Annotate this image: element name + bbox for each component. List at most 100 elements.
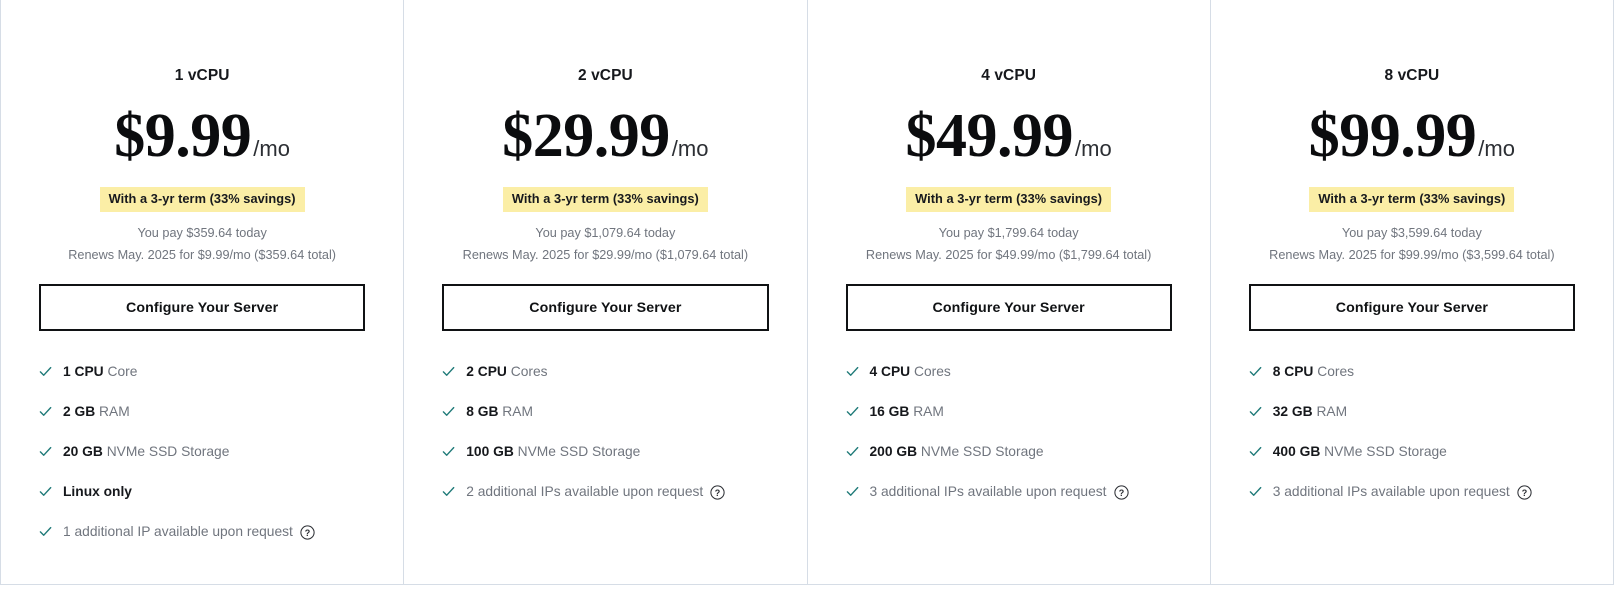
price-amount: $49.99 bbox=[905, 101, 1074, 170]
check-icon bbox=[39, 407, 52, 417]
plan-title: 1 vCPU bbox=[174, 67, 230, 84]
savings-badge-container: With a 3-yr term (33% savings) bbox=[442, 186, 768, 212]
check-icon bbox=[442, 447, 455, 457]
feature-description: NVMe SSD Storage bbox=[917, 444, 1044, 460]
help-circle-icon[interactable]: ? bbox=[1517, 484, 1532, 500]
check-icon bbox=[846, 367, 858, 377]
feature-description: 3 additional IPs available upon request bbox=[869, 484, 1107, 500]
pay-today-note: You pay $1,799.64 today bbox=[938, 225, 1079, 240]
feature-item: 32 GB RAM bbox=[1249, 403, 1575, 421]
price-amount: $29.99 bbox=[502, 101, 670, 170]
feature-label: 4 CPU Cores bbox=[870, 363, 951, 381]
feature-text: 2 CPU Cores bbox=[466, 363, 547, 381]
savings-badge: With a 3-yr term (33% savings) bbox=[1309, 186, 1515, 212]
pay-today-note: You pay $3,599.64 today bbox=[1341, 225, 1482, 240]
feature-text: 1 CPU Core bbox=[63, 363, 137, 381]
check-icon bbox=[1249, 487, 1262, 497]
feature-text: Linux only bbox=[63, 483, 132, 501]
plan-title: 8 vCPU bbox=[1384, 67, 1440, 84]
plan-card: 8 vCPU $99.99/mo With a 3-yr term (33% sav… bbox=[1210, 0, 1613, 584]
plan-price: $99.99/mo bbox=[1249, 105, 1575, 167]
check-icon bbox=[442, 487, 455, 497]
check-icon bbox=[39, 487, 52, 497]
configure-server-button[interactable]: Configure Your Server bbox=[442, 284, 769, 332]
price-amount: $99.99 bbox=[1308, 101, 1477, 170]
feature-text: 16 GB RAM bbox=[870, 403, 944, 421]
savings-badge-container: With a 3-yr term (33% savings) bbox=[846, 186, 1172, 212]
feature-description: Cores bbox=[506, 364, 548, 380]
feature-highlight: 16 GB bbox=[869, 404, 910, 420]
feature-list: 2 CPU Cores 8 GB RAM 100 GB NVMe SSD Stora… bbox=[442, 363, 768, 523]
feature-description: 3 additional IPs available upon request bbox=[1272, 484, 1510, 500]
feature-description: RAM bbox=[909, 404, 944, 420]
check-icon bbox=[39, 447, 52, 457]
feature-text: 20 GB NVMe SSD Storage bbox=[63, 443, 229, 461]
check-icon bbox=[846, 487, 858, 497]
feature-item: 1 CPU Core bbox=[39, 363, 365, 381]
price-period: /mo bbox=[253, 135, 290, 161]
renewal-note: Renews May. 2025 for $29.99/mo ($1,079.6… bbox=[462, 247, 749, 262]
check-icon bbox=[39, 367, 52, 377]
feature-label: 8 GB RAM bbox=[466, 403, 533, 421]
savings-badge: With a 3-yr term (33% savings) bbox=[502, 186, 708, 212]
feature-description: NVMe SSD Storage bbox=[102, 444, 230, 460]
feature-item: 2 CPU Cores bbox=[442, 363, 768, 381]
svg-text:?: ? bbox=[1118, 487, 1124, 497]
renewal-note: Renews May. 2025 for $9.99/mo ($359.64 t… bbox=[68, 247, 336, 262]
feature-label: 100 GB NVMe SSD Storage bbox=[466, 443, 640, 461]
feature-text: 8 GB RAM bbox=[466, 403, 533, 421]
feature-highlight: 100 GB bbox=[466, 444, 514, 460]
check-icon bbox=[1249, 447, 1262, 457]
feature-item: 200 GB NVMe SSD Storage bbox=[846, 443, 1172, 461]
savings-badge: With a 3-yr term (33% savings) bbox=[906, 186, 1112, 212]
configure-server-button[interactable]: Configure Your Server bbox=[39, 284, 366, 332]
price-period: /mo bbox=[671, 135, 709, 161]
feature-item: 20 GB NVMe SSD Storage bbox=[39, 443, 365, 461]
feature-description: RAM bbox=[1312, 404, 1348, 420]
feature-item: 400 GB NVMe SSD Storage bbox=[1249, 443, 1575, 461]
feature-description: Cores bbox=[1313, 364, 1355, 380]
feature-label: 2 CPU Cores bbox=[466, 363, 547, 381]
feature-text: 4 CPU Cores bbox=[870, 363, 951, 381]
feature-label: 200 GB NVMe SSD Storage bbox=[870, 443, 1044, 461]
svg-text:?: ? bbox=[1522, 487, 1528, 497]
feature-list: 4 CPU Cores 16 GB RAM 200 GB NVMe SSD Stor… bbox=[846, 363, 1172, 523]
configure-server-button[interactable]: Configure Your Server bbox=[845, 284, 1172, 332]
feature-item: 2 additional IPs available upon request? bbox=[442, 483, 768, 501]
check-icon bbox=[39, 526, 52, 536]
check-icon bbox=[1249, 407, 1262, 417]
configure-server-button[interactable]: Configure Your Server bbox=[1248, 284, 1575, 332]
feature-item: 2 GB RAM bbox=[39, 403, 365, 421]
pay-today-note: You pay $1,079.64 today bbox=[535, 225, 676, 240]
feature-highlight: 2 GB bbox=[63, 404, 96, 420]
check-icon bbox=[846, 407, 858, 417]
feature-label: 3 additional IPs available upon request bbox=[1273, 483, 1510, 501]
feature-item: 100 GB NVMe SSD Storage bbox=[442, 443, 768, 461]
feature-list: 8 CPU Cores 32 GB RAM 400 GB NVMe SSD Stor… bbox=[1249, 363, 1575, 523]
feature-item: 8 GB RAM bbox=[442, 403, 768, 421]
help-circle-icon[interactable]: ? bbox=[300, 524, 315, 540]
feature-highlight: Linux only bbox=[63, 484, 132, 500]
feature-text: 100 GB NVMe SSD Storage bbox=[466, 443, 640, 461]
feature-description: Cores bbox=[910, 364, 951, 380]
feature-text: 8 CPU Cores bbox=[1273, 363, 1354, 381]
feature-highlight: 32 GB bbox=[1272, 404, 1313, 420]
savings-badge-container: With a 3-yr term (33% savings) bbox=[1249, 186, 1575, 212]
feature-label: 2 additional IPs available upon request bbox=[466, 483, 703, 501]
feature-text: 32 GB RAM bbox=[1273, 403, 1347, 421]
pricing-plan-grid: 1 vCPU $9.99/mo With a 3-yr term (33% savi… bbox=[0, 0, 1614, 585]
check-icon bbox=[1249, 367, 1262, 377]
feature-description: NVMe SSD Storage bbox=[1320, 444, 1447, 460]
feature-item: 16 GB RAM bbox=[846, 403, 1172, 421]
feature-description: Core bbox=[103, 364, 138, 380]
feature-list: 1 CPU Core 2 GB RAM 20 GB NVMe SSD Storage… bbox=[39, 363, 365, 563]
help-circle-icon[interactable]: ? bbox=[710, 484, 725, 500]
feature-text: 400 GB NVMe SSD Storage bbox=[1273, 443, 1447, 461]
savings-badge-container: With a 3-yr term (33% savings) bbox=[39, 186, 365, 212]
feature-label: 32 GB RAM bbox=[1273, 403, 1347, 421]
help-circle-icon[interactable]: ? bbox=[1113, 484, 1129, 500]
feature-item: 3 additional IPs available upon request? bbox=[846, 483, 1172, 501]
feature-label: 1 CPU Core bbox=[63, 363, 137, 381]
plan-price: $49.99/mo bbox=[846, 105, 1172, 167]
feature-description: 2 additional IPs available upon request bbox=[466, 484, 704, 500]
